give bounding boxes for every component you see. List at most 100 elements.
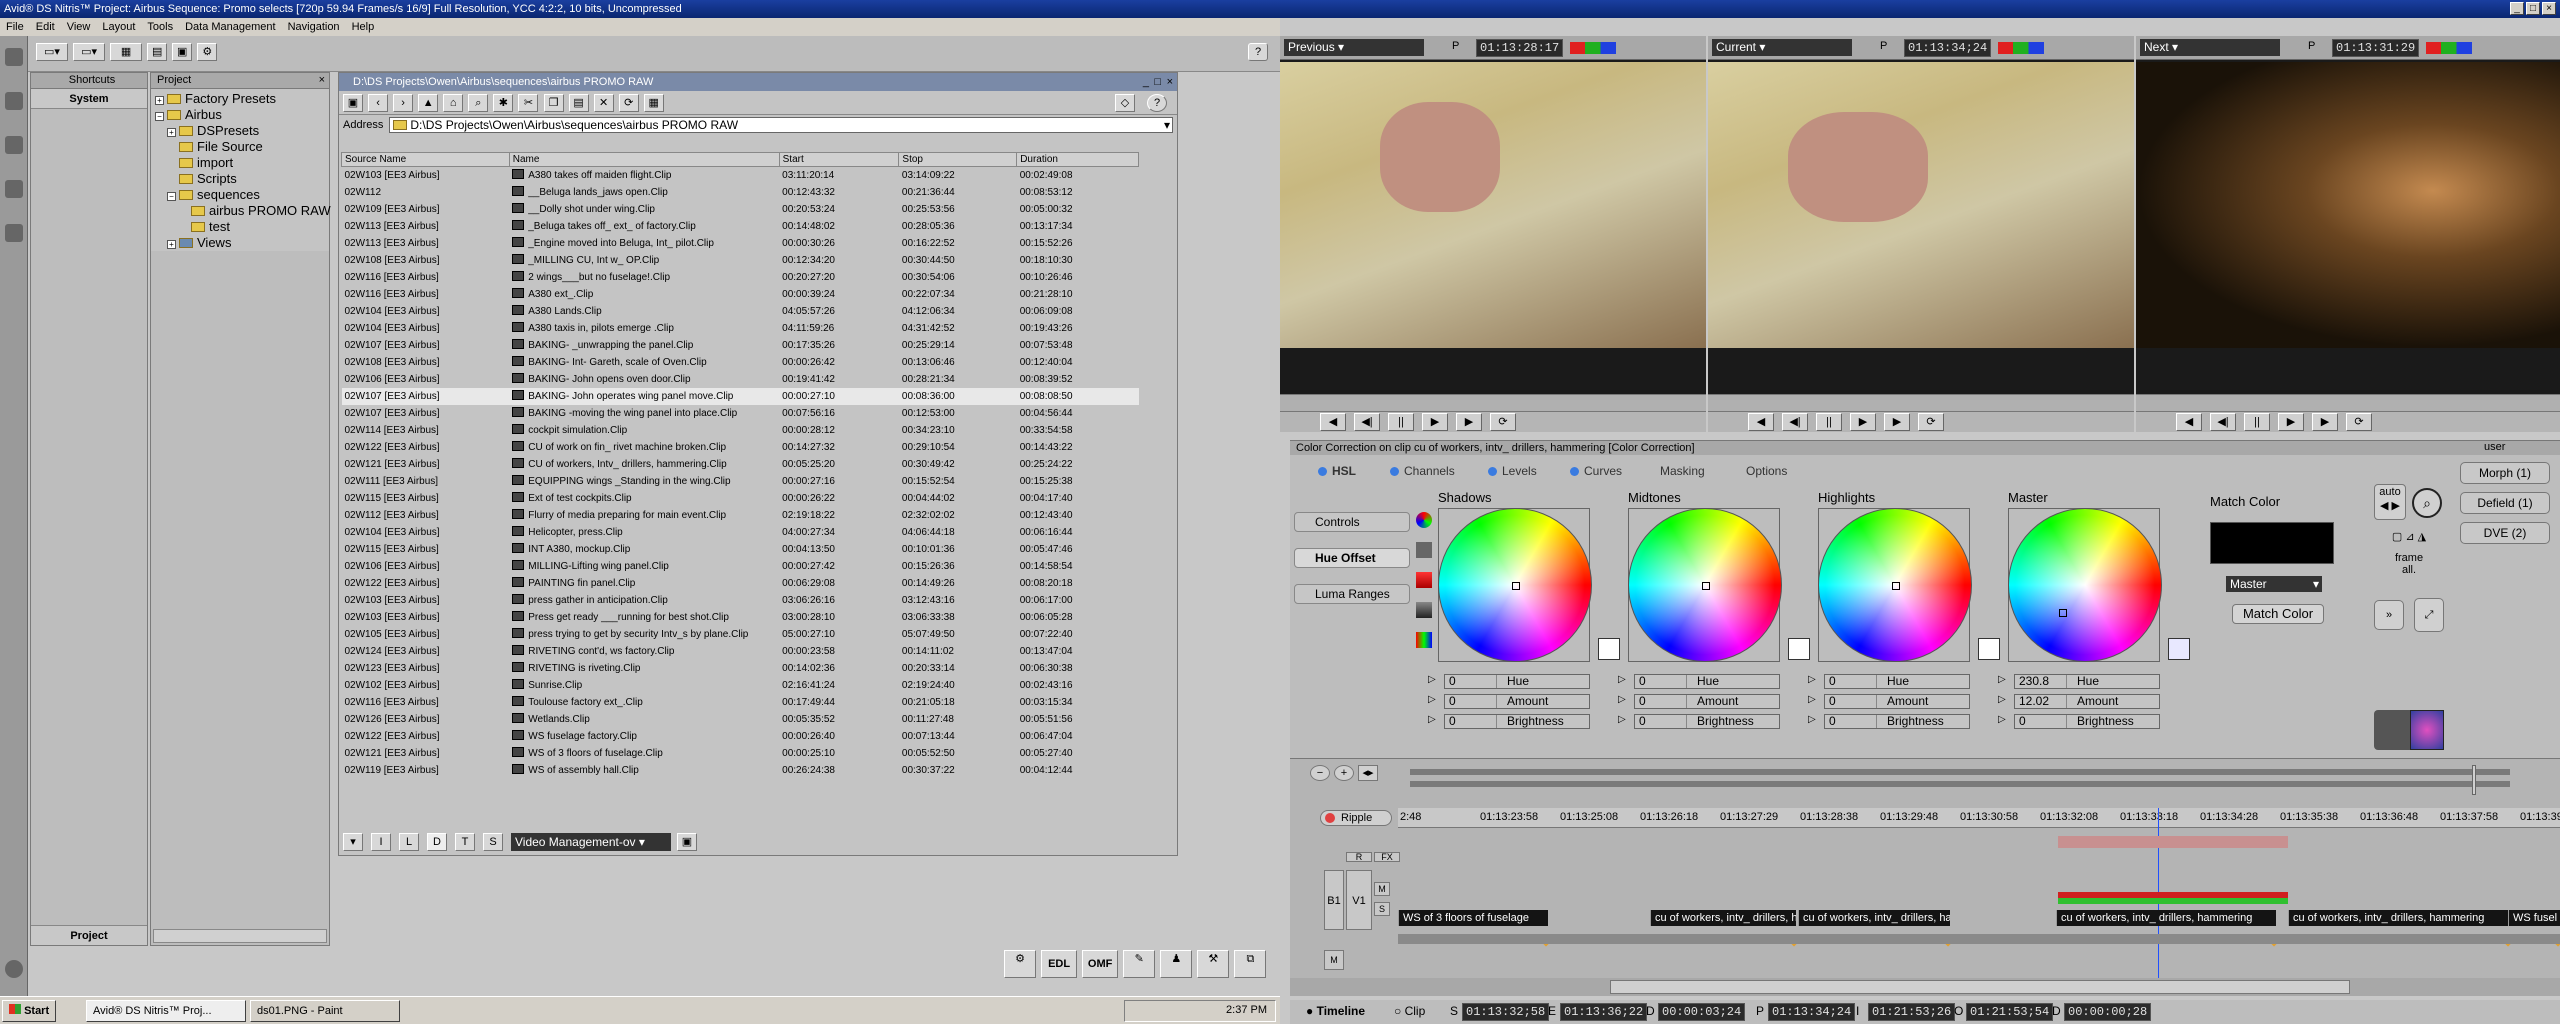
- menu-layout[interactable]: Layout: [102, 18, 135, 36]
- view-settings-icon[interactable]: ▣: [677, 833, 697, 851]
- layout-4-button[interactable]: ▤: [147, 43, 168, 61]
- minimize-icon[interactable]: _: [2510, 2, 2524, 15]
- table-row[interactable]: 02W113 [EE3 Airbus] _Beluga takes off_ ex…: [342, 218, 1139, 235]
- task-paint[interactable]: ds01.PNG - Paint: [250, 1000, 400, 1022]
- back-icon[interactable]: ‹: [368, 94, 389, 112]
- loop-icon[interactable]: ⟳: [1918, 413, 1944, 431]
- tab-channels[interactable]: Channels: [1390, 463, 1455, 479]
- timeline-clip[interactable]: cu of workers, intv_ drillers, hammering: [2288, 910, 2510, 926]
- red-channel-icon[interactable]: [1416, 572, 1432, 588]
- pause-icon[interactable]: ||: [2244, 413, 2270, 431]
- view-select[interactable]: Video Management-ov ▾: [511, 833, 671, 851]
- browser-maximize-icon[interactable]: □: [1154, 73, 1161, 91]
- solo-button[interactable]: S: [1374, 902, 1390, 916]
- overview-bar-2[interactable]: [1410, 781, 2510, 787]
- step-arrow-icon[interactable]: ▷: [1808, 714, 1816, 725]
- wheel-point[interactable]: [2059, 609, 2067, 617]
- table-row[interactable]: 02W108 [EE3 Airbus] BAKING- Int- Gareth, …: [342, 354, 1139, 371]
- forward-icon[interactable]: ›: [393, 94, 414, 112]
- tree-item[interactable]: + DSPresets: [155, 123, 329, 139]
- range-marker[interactable]: [2058, 836, 2288, 848]
- wheel-swatch[interactable]: [1978, 638, 2000, 660]
- timeline-ruler[interactable]: 2:48 01:13:23:58 01:13:25:08 01:13:26:18 01:…: [1398, 808, 2560, 828]
- fast-forward-icon[interactable]: »: [2374, 600, 2404, 630]
- loop-icon[interactable]: ⟳: [2346, 413, 2372, 431]
- play-icon[interactable]: ▶: [2278, 413, 2304, 431]
- match-color-button[interactable]: Match Color: [2232, 604, 2324, 624]
- gray-icon[interactable]: [1416, 602, 1432, 618]
- layout-5-button[interactable]: ▣: [172, 43, 193, 61]
- step-back-icon[interactable]: ◀|: [1354, 413, 1380, 431]
- rgb-icon[interactable]: [2426, 42, 2472, 54]
- new-bin-icon[interactable]: ✱: [493, 94, 514, 112]
- overview-bar[interactable]: [1410, 769, 2510, 775]
- menu-view[interactable]: View: [67, 18, 91, 36]
- table-row[interactable]: 02W113 [EE3 Airbus] _Engine moved into Be…: [342, 235, 1139, 252]
- table-row[interactable]: 02W111 [EE3 Airbus] EQUIPPING wings _Stan…: [342, 473, 1139, 490]
- tree-item-selected[interactable]: airbus PROMO RAW: [155, 203, 331, 219]
- paste-icon[interactable]: ▤: [568, 94, 589, 112]
- table-row[interactable]: 02W121 [EE3 Airbus] CU of workers, Intv_ …: [342, 456, 1139, 473]
- luma-ranges-button[interactable]: Luma Ranges: [1294, 584, 1410, 604]
- overview-handle[interactable]: [2472, 765, 2476, 795]
- export-icon[interactable]: ✎: [1123, 950, 1156, 978]
- tree-item[interactable]: import: [155, 155, 329, 171]
- timeline-clip[interactable]: WS fusel: [2508, 910, 2560, 926]
- copy-icon[interactable]: ❐: [543, 94, 564, 112]
- track-fx-label[interactable]: FX: [1374, 852, 1400, 862]
- step-back-icon[interactable]: ◀|: [1782, 413, 1808, 431]
- auto-button[interactable]: auto ◀ ▶: [2374, 484, 2406, 520]
- table-row[interactable]: 02W112 __Beluga lands_jaws open.Clip 00:12…: [342, 184, 1139, 201]
- track-v1-label[interactable]: V1: [1346, 870, 1372, 930]
- track-m-button[interactable]: M: [1324, 950, 1344, 970]
- step-arrow-icon[interactable]: ▷: [1428, 714, 1436, 725]
- fit-icon[interactable]: ◂▸: [1358, 765, 1378, 781]
- timeline-clip[interactable]: cu of workers, intv_ drillers, ha: [1650, 910, 1796, 926]
- menu-navigation[interactable]: Navigation: [288, 18, 340, 36]
- all-label[interactable]: all.: [2378, 564, 2440, 576]
- refresh-icon[interactable]: ⟳: [618, 94, 639, 112]
- hue-offset-button[interactable]: Hue Offset: [1294, 548, 1410, 568]
- tool-audio-icon[interactable]: [5, 136, 23, 154]
- wheel-point[interactable]: [1892, 582, 1900, 590]
- color-wheel[interactable]: [1628, 508, 1782, 662]
- table-row[interactable]: 02W112 [EE3 Airbus] Flurry of media prepa…: [342, 507, 1139, 524]
- start-button[interactable]: Start: [2, 1000, 56, 1022]
- browser-help-icon[interactable]: ?: [1147, 94, 1167, 112]
- table-row[interactable]: 02W103 [EE3 Airbus] press gather in antic…: [342, 592, 1139, 609]
- expand-icon[interactable]: +: [167, 128, 176, 137]
- play-icon[interactable]: ▶: [1850, 413, 1876, 431]
- table-row[interactable]: 02W124 [EE3 Airbus] RIVETING cont'd, ws f…: [342, 643, 1139, 660]
- col-source-name[interactable]: Source Name: [341, 152, 510, 167]
- menu-edit[interactable]: Edit: [36, 18, 55, 36]
- table-row[interactable]: 02W106 [EE3 Airbus] BAKING- John opens ov…: [342, 371, 1139, 388]
- erase-icon[interactable]: ◇: [1115, 94, 1135, 112]
- shortcuts-system-tab[interactable]: System: [31, 89, 147, 109]
- next-edit-icon[interactable]: ▶: [2312, 413, 2338, 431]
- prev-edit-icon[interactable]: ◀: [1320, 413, 1346, 431]
- delete-icon[interactable]: ✕: [593, 94, 614, 112]
- step-arrow-icon[interactable]: ▷: [1998, 714, 2006, 725]
- dve-button[interactable]: DVE (2): [2460, 522, 2550, 544]
- avatar[interactable]: [2410, 710, 2444, 750]
- track-r-label[interactable]: R: [1346, 852, 1372, 862]
- timeline-clip[interactable]: cu of workers, intv_ drillers, hammering: [2056, 910, 2276, 926]
- step-arrow-icon[interactable]: ▷: [1428, 694, 1436, 705]
- table-row[interactable]: 02W104 [EE3 Airbus] Helicopter, press.Cli…: [342, 524, 1139, 541]
- table-row[interactable]: 02W121 [EE3 Airbus] WS of 3 floors of fus…: [342, 745, 1139, 762]
- step-arrow-icon[interactable]: ▷: [1998, 674, 2006, 685]
- pause-icon[interactable]: ||: [1816, 413, 1842, 431]
- address-dropdown-icon[interactable]: ▾: [1164, 118, 1170, 132]
- color-wheel[interactable]: [1438, 508, 1592, 662]
- wheel-brightness-field[interactable]: 0 Brightness: [1824, 714, 1970, 729]
- maximize-icon[interactable]: □: [2526, 2, 2540, 15]
- morph-button[interactable]: Morph (1): [2460, 462, 2550, 484]
- viewer-timecode[interactable]: 01:13:31:29: [2332, 39, 2420, 57]
- step-arrow-icon[interactable]: ▷: [1808, 694, 1816, 705]
- color-wheel[interactable]: [2008, 508, 2162, 662]
- table-row[interactable]: 02W107 [EE3 Airbus] BAKING- _unwrapping t…: [342, 337, 1139, 354]
- table-row[interactable]: 02W104 [EE3 Airbus] A380 Lands.Clip 04:05:…: [342, 303, 1139, 320]
- layout-1-button[interactable]: ▭▾: [36, 43, 68, 61]
- col-stop[interactable]: Stop: [898, 152, 1018, 167]
- step-arrow-icon[interactable]: ▷: [1618, 694, 1626, 705]
